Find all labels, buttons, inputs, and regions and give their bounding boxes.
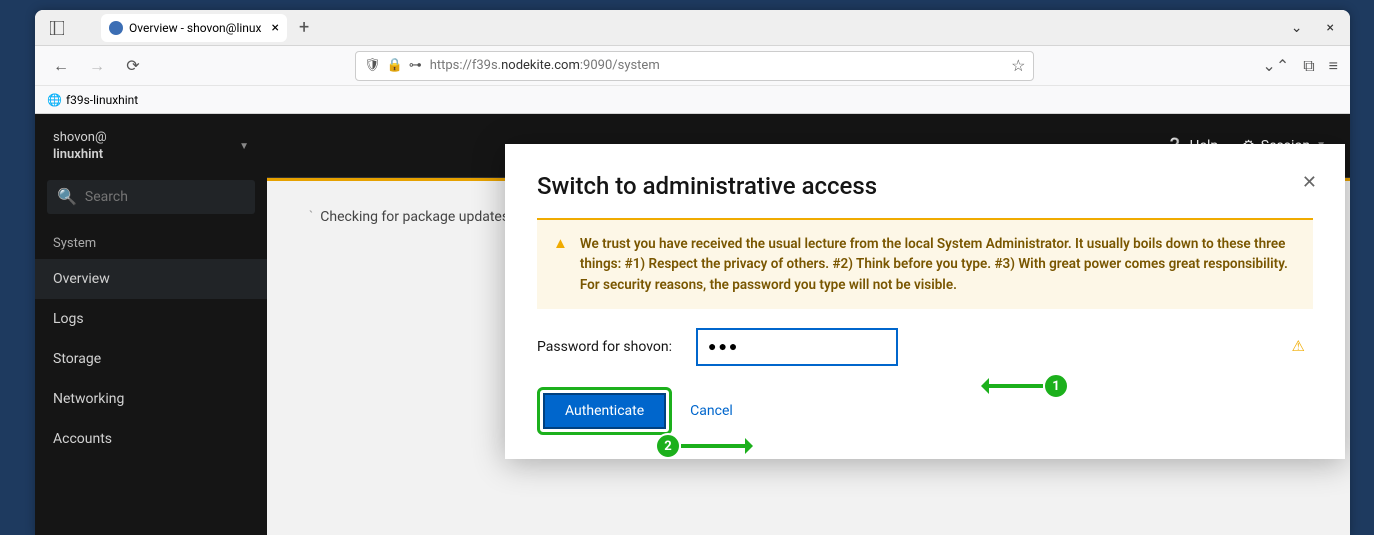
url-bar[interactable]: 🛡 🔒 ⊶ https://f39s.nodekite.com:9090/sys… (355, 51, 1034, 81)
bookmark-star-icon[interactable]: ☆ (1011, 56, 1025, 75)
nav-section-label: System (35, 228, 267, 259)
sidebar-item-logs[interactable]: Logs (35, 299, 267, 339)
shield-icon[interactable]: 🛡 (364, 58, 381, 73)
tab-close-icon[interactable]: × (271, 20, 278, 36)
warning-text: We trust you have received the usual lec… (580, 234, 1297, 295)
sidebar-item-networking[interactable]: Networking (35, 379, 267, 419)
chevron-down-icon: ▼ (239, 141, 249, 152)
user-host-selector[interactable]: shovon@ linuxhint ▼ (35, 122, 267, 172)
tab-title: Overview - shovon@linux (129, 21, 261, 35)
search-icon: 🔍 (57, 187, 77, 206)
auth-modal: Switch to administrative access ✕ ▲ We t… (505, 144, 1345, 459)
panel-toggle-icon[interactable] (43, 14, 71, 42)
lock-icon[interactable]: 🔒 (387, 58, 403, 73)
fedora-favicon-icon (109, 21, 123, 35)
forward-button: → (83, 52, 111, 80)
password-label: Password for shovon: (537, 339, 685, 355)
bookmark-link[interactable]: f39s-linuxhint (66, 93, 138, 107)
browser-toolbar: ← → ⟳ 🛡 🔒 ⊶ https://f39s.nodekite.com:90… (35, 46, 1350, 86)
sidebar-item-storage[interactable]: Storage (35, 339, 267, 379)
sidebar-item-overview[interactable]: Overview (35, 259, 267, 299)
cancel-link[interactable]: Cancel (690, 403, 733, 419)
key-icon[interactable]: ⊶ (409, 58, 422, 73)
new-tab-button[interactable]: + (299, 17, 309, 38)
back-button[interactable]: ← (47, 52, 75, 80)
reload-button[interactable]: ⟳ (119, 52, 147, 80)
list-tabs-icon[interactable]: ⌄ (1291, 20, 1303, 36)
warning-banner: ▲ We trust you have received the usual l… (537, 218, 1313, 309)
modal-close-icon[interactable]: ✕ (1302, 172, 1317, 193)
browser-titlebar: Overview - shovon@linux × + ⌄ × (35, 10, 1350, 46)
url-text: https://f39s.nodekite.com:9090/system (430, 58, 660, 73)
authenticate-button[interactable]: Authenticate (543, 393, 666, 429)
bookmark-bar: 🌐 f39s-linuxhint (35, 86, 1350, 114)
warning-triangle-icon: ⚠ (1292, 337, 1305, 355)
search-input[interactable] (85, 189, 263, 205)
sidebar-item-accounts[interactable]: Accounts (35, 419, 267, 459)
annotation-2: 2 (655, 433, 751, 459)
user-name: shovon@ (53, 130, 107, 147)
warning-triangle-icon: ▲ (553, 234, 568, 295)
sidebar-search[interactable]: 🔍 (47, 180, 255, 214)
main-content: ❔ Help ⚙ Session ▼ ` Checking for packag… (267, 114, 1350, 535)
annotation-highlight: Authenticate (537, 387, 672, 435)
globe-icon: 🌐 (47, 93, 62, 107)
password-input[interactable] (697, 329, 897, 365)
hamburger-menu-icon[interactable]: ≡ (1329, 56, 1338, 76)
browser-tab[interactable]: Overview - shovon@linux × (101, 14, 287, 42)
host-name: linuxhint (53, 147, 107, 164)
extensions-icon[interactable]: ⧉ (1303, 56, 1314, 76)
modal-title: Switch to administrative access (537, 172, 1313, 200)
pocket-icon[interactable]: ⌄⌃ (1262, 56, 1289, 76)
window-close-icon[interactable]: × (1327, 20, 1334, 36)
cockpit-sidebar: shovon@ linuxhint ▼ 🔍 System Overview Lo… (35, 114, 267, 535)
